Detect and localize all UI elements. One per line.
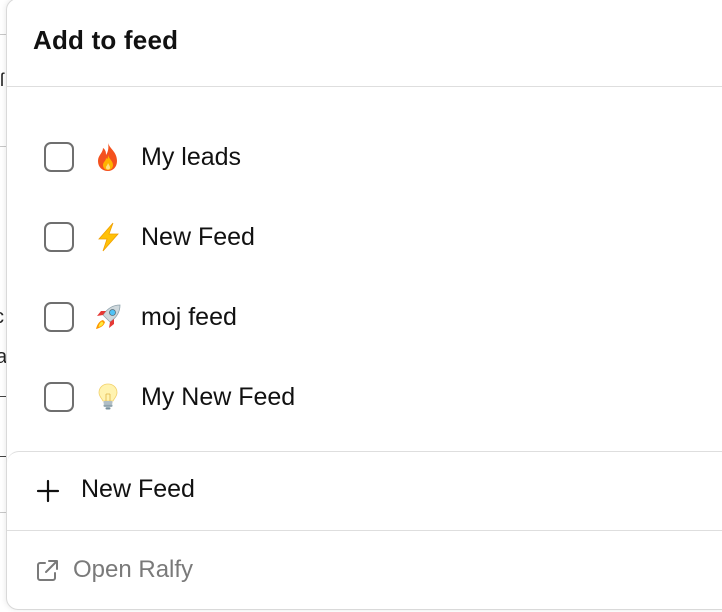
- feed-label: moj feed: [141, 302, 237, 331]
- new-feed-label: New Feed: [81, 475, 195, 503]
- feed-item-my-new-feed[interactable]: My New Feed: [7, 367, 722, 427]
- add-to-feed-popover: Add to feed My leads New Feed moj feed M…: [6, 0, 722, 610]
- external-link-icon: [37, 560, 58, 581]
- feed-label: My New Feed: [141, 382, 296, 411]
- feed-item-my-leads[interactable]: My leads: [7, 127, 722, 187]
- new-feed-button[interactable]: New Feed: [7, 451, 722, 531]
- background-text-fragment: c: [0, 306, 4, 329]
- feed-label: New Feed: [141, 222, 255, 251]
- feed-item-new-feed[interactable]: New Feed: [7, 207, 722, 267]
- feed-item-moj-feed[interactable]: moj feed: [7, 287, 722, 347]
- feed-checkbox[interactable]: [44, 382, 74, 412]
- open-ralfy-link[interactable]: Open Ralfy: [7, 531, 722, 609]
- background-text-fragment: ſ: [0, 70, 4, 90]
- feed-label: My leads: [141, 142, 242, 171]
- feed-checkbox[interactable]: [44, 222, 74, 252]
- fire-icon: [93, 142, 123, 172]
- popover-title: Add to feed: [33, 25, 179, 55]
- feed-checkbox[interactable]: [44, 142, 74, 172]
- feed-checkbox[interactable]: [44, 302, 74, 332]
- open-ralfy-label: Open Ralfy: [73, 556, 194, 583]
- plus-icon: [36, 479, 60, 503]
- rocket-icon: [93, 302, 123, 332]
- lightbulb-icon: [93, 382, 123, 412]
- popover-header: Add to feed: [7, 0, 722, 87]
- lightning-icon: [93, 222, 123, 252]
